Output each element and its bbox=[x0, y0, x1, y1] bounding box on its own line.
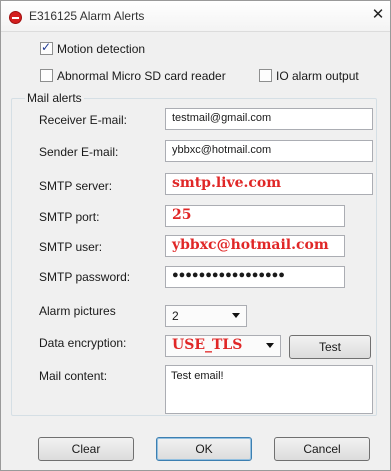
mail-alerts-title: Mail alerts bbox=[25, 91, 84, 105]
smtp-password-label: SMTP password: bbox=[39, 270, 131, 284]
app-icon bbox=[9, 11, 22, 24]
data-encryption-value: USE_TLS bbox=[172, 337, 243, 353]
io-alarm-checkbox[interactable] bbox=[259, 69, 272, 82]
title-bar: E316125 Alarm Alerts ✕ bbox=[1, 1, 390, 32]
abnormal-sd-checkbox[interactable] bbox=[40, 69, 53, 82]
test-button[interactable]: Test bbox=[289, 335, 371, 359]
alarm-alerts-dialog: E316125 Alarm Alerts ✕ Motion detection … bbox=[0, 0, 391, 471]
sender-email-input[interactable]: ybbxc@hotmail.com bbox=[165, 140, 373, 162]
close-icon[interactable]: ✕ bbox=[368, 5, 388, 23]
alarm-pictures-select[interactable]: 2 bbox=[165, 305, 247, 327]
sender-email-label: Sender E-mail: bbox=[39, 145, 119, 159]
smtp-password-input[interactable]: ●●●●●●●●●●●●●●●●● bbox=[165, 266, 345, 288]
cancel-button[interactable]: Cancel bbox=[274, 437, 370, 461]
window-title: E316125 Alarm Alerts bbox=[29, 9, 145, 23]
smtp-user-label: SMTP user: bbox=[39, 240, 103, 254]
smtp-port-label: SMTP port: bbox=[39, 210, 100, 224]
motion-detection-label: Motion detection bbox=[57, 42, 146, 56]
smtp-server-label: SMTP server: bbox=[39, 179, 113, 193]
ok-button[interactable]: OK bbox=[156, 437, 252, 461]
chevron-down-icon bbox=[232, 313, 240, 318]
data-encryption-select[interactable]: USE_TLS bbox=[165, 335, 281, 357]
receiver-email-input[interactable]: testmail@gmail.com bbox=[165, 108, 373, 130]
smtp-port-input[interactable]: 25 bbox=[165, 205, 345, 227]
data-encryption-label: Data encryption: bbox=[39, 336, 127, 350]
mail-content-textarea[interactable]: Test email! bbox=[165, 365, 373, 414]
smtp-user-input[interactable]: ybbxc@hotmail.com bbox=[165, 235, 345, 257]
abnormal-sd-label: Abnormal Micro SD card reader bbox=[57, 69, 226, 83]
receiver-email-label: Receiver E-mail: bbox=[39, 113, 128, 127]
chevron-down-icon bbox=[266, 343, 274, 348]
clear-button[interactable]: Clear bbox=[38, 437, 134, 461]
alarm-pictures-value: 2 bbox=[172, 309, 179, 323]
smtp-server-input[interactable]: smtp.live.com bbox=[165, 173, 373, 195]
motion-detection-checkbox[interactable] bbox=[40, 40, 53, 55]
io-alarm-label: IO alarm output bbox=[276, 69, 359, 83]
alarm-pictures-label: Alarm pictures bbox=[39, 304, 116, 318]
mail-content-label: Mail content: bbox=[39, 369, 108, 383]
